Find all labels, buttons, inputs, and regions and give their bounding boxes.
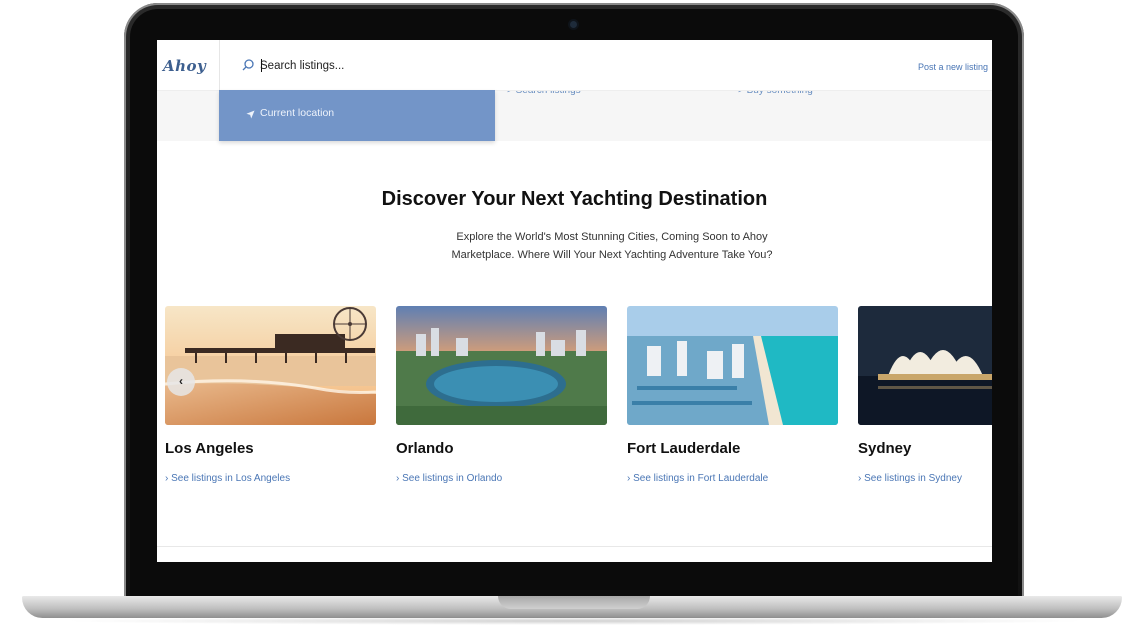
city-image-fort-lauderdale[interactable] (627, 306, 838, 425)
carousel-prev-button[interactable]: ‹ (167, 368, 195, 396)
location-arrow-icon (246, 110, 255, 119)
chevron-left-icon: ‹ (179, 374, 183, 388)
logo[interactable]: Ahoy (163, 57, 206, 75)
camera-icon (570, 21, 577, 28)
see-listings-fort-lauderdale-link[interactable]: › See listings in Fort Lauderdale (627, 473, 768, 484)
city-name-los-angeles: Los Angeles (165, 440, 254, 457)
search-bar[interactable] (219, 40, 496, 90)
see-listings-orlando-link[interactable]: › See listings in Orlando (396, 473, 502, 484)
city-name-orlando: Orlando (396, 440, 454, 457)
current-location-option[interactable]: Current location (260, 107, 334, 119)
city-image-orlando[interactable] (396, 306, 607, 425)
laptop-shadow (60, 617, 1090, 625)
search-icon (242, 59, 254, 71)
laptop-base-notch (498, 596, 650, 609)
city-image-los-angeles[interactable] (165, 306, 376, 425)
page-subtitle: Explore the World's Most Stunning Cities… (451, 231, 773, 261)
search-input[interactable] (260, 56, 480, 76)
city-name-sydney: Sydney (858, 440, 912, 457)
see-listings-sydney-link[interactable]: › See listings in Sydney (858, 473, 962, 484)
page-title: Discover Your Next Yachting Destination (381, 188, 768, 210)
search-dropdown: Current location (219, 90, 495, 141)
section-divider (157, 546, 992, 547)
text-caret (261, 59, 262, 72)
top-nav: Ahoy Post a new listing (157, 40, 992, 91)
city-image-sydney[interactable] (858, 306, 992, 425)
screen: > Search listings > Buy something Ahoy P… (157, 40, 992, 562)
city-name-fort-lauderdale: Fort Lauderdale (627, 440, 741, 457)
see-listings-los-angeles-link[interactable]: › See listings in Los Angeles (165, 473, 290, 484)
post-listing-link[interactable]: Post a new listing (918, 62, 988, 72)
